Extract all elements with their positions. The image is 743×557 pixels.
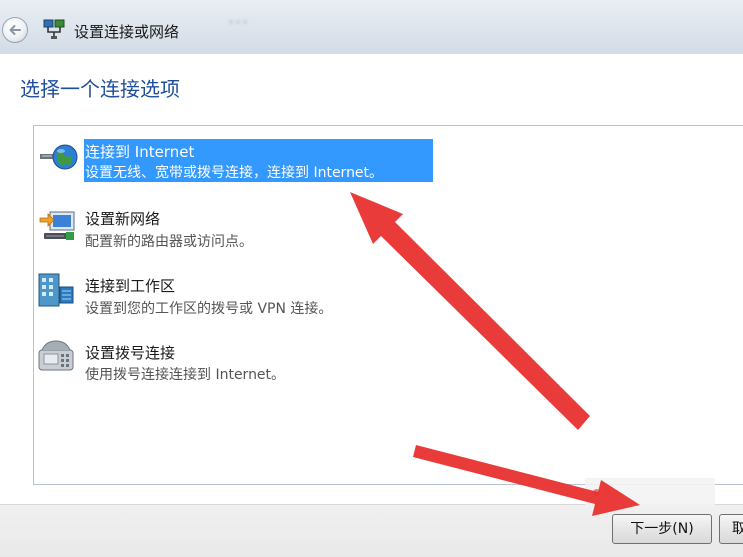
annotation-arrow-top [350,192,590,430]
annotation-arrows [350,192,640,516]
annotation-arrow-bottom [413,445,640,516]
